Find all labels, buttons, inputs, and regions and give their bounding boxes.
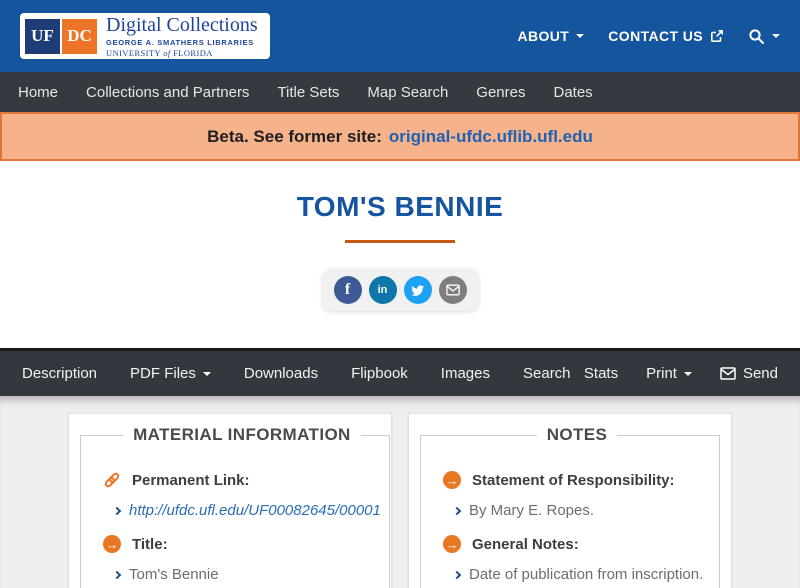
twitter-icon[interactable]: [403, 276, 432, 304]
dc-square: DC: [62, 18, 97, 54]
notes-title: NOTES: [546, 425, 608, 444]
statement-of-responsibility-value: By Mary E. Ropes.: [452, 502, 711, 519]
email-icon[interactable]: [438, 276, 467, 304]
stats-label: Stats: [583, 365, 619, 382]
envelope-icon: [720, 367, 736, 380]
caret-down-icon: [772, 34, 780, 38]
social-share-wrap: f in: [0, 269, 800, 311]
uf-square: UF: [25, 18, 60, 54]
nav-item-title-sets[interactable]: Title Sets: [263, 84, 353, 101]
general-note-text-1: Date of publication from inscription.: [469, 566, 704, 583]
statement-of-responsibility-label: Statement of Responsibility:: [472, 471, 675, 489]
nav-item-collections-and-partners[interactable]: Collections and Partners: [72, 84, 263, 101]
ufdc-logo-squares: UF DC: [25, 18, 97, 54]
page: UF DC Digital Collections GEORGE A. SMAT…: [0, 0, 800, 588]
toolbar-images[interactable]: Images: [441, 365, 490, 382]
arrow-circle-icon: →: [443, 535, 461, 553]
logo-institution: UNIVERSITY of FLORIDA: [106, 48, 258, 58]
permanent-link-row: Permanent Link:: [103, 471, 381, 489]
toolbar-flipbook[interactable]: Flipbook: [351, 365, 408, 382]
nav-item-home[interactable]: Home: [4, 84, 72, 101]
institution-of: of: [163, 47, 171, 58]
beta-banner: Beta. See former site: original-ufdc.ufl…: [0, 112, 800, 161]
material-information-fieldset: MATERIAL INFORMATION Permanent Link: htt…: [80, 425, 390, 588]
metadata-section: MATERIAL INFORMATION Permanent Link: htt…: [0, 396, 800, 588]
twitter-bird-icon: [411, 284, 425, 296]
logo-subtitle: GEORGE A. SMATHERS LIBRARIES: [106, 37, 254, 47]
chevron-right-icon: [112, 570, 122, 579]
toolbar-send[interactable]: Send: [720, 365, 778, 382]
toolbar-description[interactable]: Description: [22, 365, 97, 382]
chevron-right-icon: [112, 506, 122, 515]
envelope-icon: [445, 284, 460, 296]
material-information-title: MATERIAL INFORMATION: [133, 425, 351, 444]
toolbar-pdf-files[interactable]: PDF Files: [130, 365, 211, 382]
beta-banner-text: Beta. See former site:: [207, 126, 382, 146]
permanent-link-value: http://ufdc.ufl.edu/UF00082645/00001: [112, 502, 381, 519]
caret-down-icon: [202, 371, 211, 376]
item-toolbar: Description PDF Files Downloads Flipbook…: [0, 348, 800, 396]
nav-item-dates[interactable]: Dates: [539, 84, 606, 101]
general-notes-label: General Notes:: [472, 535, 579, 553]
print-label: Print: [646, 365, 677, 382]
caret-down-icon: [576, 34, 585, 38]
search-label: Search: [523, 365, 571, 382]
search-button[interactable]: [748, 28, 780, 45]
logo-title: Digital Collections: [106, 13, 258, 36]
title-row: → Title:: [103, 535, 381, 553]
permanent-link-url[interactable]: http://ufdc.ufl.edu/UF00082645/00001: [129, 502, 381, 519]
facebook-icon[interactable]: f: [333, 276, 362, 304]
downloads-label: Downloads: [243, 365, 319, 382]
page-title: TOM'S BENNIE: [296, 191, 504, 222]
arrow-circle-icon: →: [443, 471, 461, 489]
title-value: Tom's Bennie: [112, 566, 381, 583]
about-menu[interactable]: ABOUT: [517, 28, 585, 44]
images-label: Images: [440, 365, 490, 382]
header-menu: ABOUT CONTACT US: [517, 28, 780, 45]
toolbar-search[interactable]: Search: [523, 365, 571, 382]
former-site-link[interactable]: original-ufdc.uflib.ufl.edu: [389, 127, 593, 147]
toolbar-left: Description PDF Files Downloads Flipbook…: [22, 365, 571, 382]
chevron-right-icon: [452, 506, 462, 515]
send-label: Send: [742, 365, 778, 382]
notes-fieldset: NOTES → Statement of Responsibility: By …: [420, 425, 720, 588]
permanent-link-label: Permanent Link:: [132, 471, 250, 489]
nav-item-map-search[interactable]: Map Search: [353, 84, 462, 101]
toolbar-downloads[interactable]: Downloads: [244, 365, 318, 382]
site-header: UF DC Digital Collections GEORGE A. SMAT…: [0, 0, 800, 72]
statement-text: By Mary E. Ropes.: [469, 502, 595, 519]
logo-text: Digital Collections GEORGE A. SMATHERS L…: [106, 13, 258, 58]
caret-down-icon: [683, 371, 692, 376]
general-note-value-1: Date of publication from inscription.: [452, 566, 711, 583]
about-label: ABOUT: [517, 28, 570, 44]
notes-card: NOTES → Statement of Responsibility: By …: [408, 413, 732, 588]
ufdc-logo[interactable]: UF DC Digital Collections GEORGE A. SMAT…: [20, 13, 270, 59]
nav-item-genres[interactable]: Genres: [462, 84, 539, 101]
contact-us-link[interactable]: CONTACT US: [608, 28, 724, 44]
toolbar-print[interactable]: Print: [646, 365, 692, 382]
arrow-circle-icon: →: [103, 535, 121, 553]
pdf-files-label: PDF Files: [130, 365, 196, 382]
title-label: Title:: [132, 535, 168, 553]
external-link-icon: [711, 30, 723, 42]
statement-of-responsibility-row: → Statement of Responsibility:: [443, 471, 711, 489]
flipbook-label: Flipbook: [351, 365, 408, 382]
title-underline: [345, 240, 455, 243]
toolbar-stats[interactable]: Stats: [584, 365, 618, 382]
chevron-right-icon: [452, 570, 462, 579]
main-nav: Home Collections and Partners Title Sets…: [0, 72, 800, 112]
link-icon: [103, 471, 121, 489]
toolbar-right: Stats Print Send: [584, 365, 778, 382]
general-notes-row: → General Notes:: [443, 535, 711, 553]
social-share-bar: f in: [321, 269, 479, 311]
description-label: Description: [22, 365, 98, 382]
title-section: TOM'S BENNIE f in: [0, 161, 800, 348]
material-information-card: MATERIAL INFORMATION Permanent Link: htt…: [68, 413, 392, 588]
institution-post: FLORIDA: [173, 47, 213, 58]
title-text: Tom's Bennie: [129, 566, 219, 583]
search-icon: [749, 28, 764, 44]
institution-pre: UNIVERSITY: [106, 47, 161, 58]
contact-label: CONTACT US: [608, 28, 703, 44]
linkedin-icon[interactable]: in: [368, 276, 397, 304]
